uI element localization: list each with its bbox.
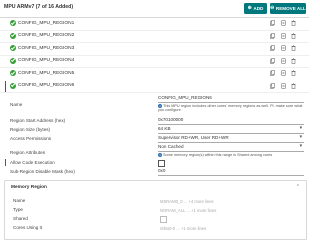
trash-icon[interactable] xyxy=(291,45,296,51)
region-label: CONFIG_MPU_REGION3 xyxy=(18,45,75,51)
copy-icon[interactable] xyxy=(270,20,275,26)
memory-cores-label: Cores Using It xyxy=(13,225,43,230)
module-title: MPU ARMv7 (7 of 16 Added) xyxy=(4,4,74,10)
subregion-mask-label: Sub-Region Disable Mask (hex) xyxy=(10,169,75,174)
trash-icon[interactable] xyxy=(291,83,296,89)
trash-icon[interactable] xyxy=(291,33,296,39)
memory-cores-value: r5fss0-0 ... +1 more lines xyxy=(160,225,207,231)
region-size-value: 64 KB xyxy=(158,126,171,131)
copy-icon[interactable] xyxy=(270,82,275,89)
memory-type-label: Type xyxy=(13,207,23,212)
list-item-selected[interactable]: CONFIG_MPU_REGION6 xyxy=(0,79,309,93)
add-button-label: ADD xyxy=(253,6,264,11)
list-item[interactable]: CONFIG_MPU_REGION3 xyxy=(0,42,309,56)
check-circle-icon xyxy=(10,32,16,39)
access-permissions-select[interactable]: Supervisor RD+WR, User RD+WR ▾ xyxy=(158,135,304,143)
remove-all-button[interactable]: ⊖ REMOVE ALL xyxy=(270,3,306,14)
check-circle-icon xyxy=(10,57,16,64)
list-item[interactable]: CONFIG_MPU_REGION2 xyxy=(0,30,309,43)
check-circle-icon xyxy=(10,20,16,26)
copy-icon[interactable] xyxy=(270,45,275,51)
memory-type-value: NORAM_ALL ... +1 more lines xyxy=(160,207,217,213)
remove-all-button-label: REMOVE ALL xyxy=(275,6,306,11)
trash-icon[interactable] xyxy=(291,70,296,76)
memory-region-panel: Memory Region ⌃ Name MSRAM0_0 ... +4 mor… xyxy=(4,180,307,240)
region-attributes-label: Region Attributes xyxy=(10,150,45,155)
memory-shared-checkbox[interactable] xyxy=(160,216,167,223)
region-label: CONFIG_MPU_REGION5 xyxy=(18,70,75,76)
attributes-info-text: Some memory region(s) within this range … xyxy=(163,152,273,157)
check-circle-icon xyxy=(10,45,16,51)
list-item[interactable]: CONFIG_MPU_REGION5 xyxy=(0,67,309,81)
region-label: CONFIG_MPU_REGION4 xyxy=(18,58,75,63)
copy-icon[interactable] xyxy=(270,57,275,64)
minus-circle-icon: ⊖ xyxy=(270,5,275,11)
allow-code-execution-label: Allow Code Execution xyxy=(10,160,55,165)
module-header: MPU ARMv7 (7 of 16 Added) ⊕ ADD ⊖ REMOVE… xyxy=(0,0,309,18)
memory-shared-label: Shared xyxy=(13,216,28,221)
trash-icon[interactable] xyxy=(291,58,296,64)
chevron-down-icon: ▾ xyxy=(299,135,302,140)
check-circle-icon xyxy=(10,70,16,76)
access-permissions-value: Supervisor RD+WR, User RD+WR xyxy=(158,135,229,140)
chevron-up-icon[interactable]: ⌃ xyxy=(296,184,300,190)
name-info-text: This MPU region includes other cores' me… xyxy=(158,103,303,112)
name-field[interactable]: CONFIG_MPU_REGION6 xyxy=(158,95,304,103)
duplicate-icon[interactable] xyxy=(281,83,286,89)
trash-icon[interactable] xyxy=(291,20,296,26)
name-label: Name xyxy=(10,102,23,107)
info-icon: i xyxy=(158,152,162,157)
region-label: CONFIG_MPU_REGION2 xyxy=(18,33,75,38)
duplicate-icon[interactable] xyxy=(281,20,286,26)
memory-region-title: Memory Region xyxy=(11,185,47,190)
list-item[interactable]: CONFIG_MPU_REGION4 xyxy=(0,55,309,68)
list-item[interactable]: CONFIG_MPU_REGION1 xyxy=(0,17,309,31)
allow-code-execution-checkbox[interactable] xyxy=(158,160,165,167)
memory-name-label: Name xyxy=(13,198,26,203)
subregion-mask-field[interactable]: 0x0 xyxy=(158,168,304,176)
duplicate-icon[interactable] xyxy=(281,70,286,76)
chevron-down-icon: ▾ xyxy=(299,126,302,131)
plus-circle-icon: ⊕ xyxy=(247,5,252,11)
add-button[interactable]: ⊕ ADD xyxy=(244,3,267,14)
attributes-info: i Some memory region(s) within this range… xyxy=(158,152,273,157)
region-size-label: Region Size (bytes) xyxy=(10,127,51,132)
duplicate-icon[interactable] xyxy=(281,33,286,39)
region-attributes-select[interactable]: Non Cached ▾ xyxy=(158,144,304,152)
chevron-down-icon: ▾ xyxy=(299,144,302,149)
selection-indicator xyxy=(5,159,7,166)
check-circle-icon xyxy=(10,82,16,89)
access-permissions-label: Access Permissions xyxy=(10,136,52,141)
start-address-label: Region Start Address (hex) xyxy=(10,118,66,123)
copy-icon[interactable] xyxy=(270,70,275,76)
start-address-field[interactable]: 0x70100000 xyxy=(158,117,304,125)
name-info: i This MPU region includes other cores' m… xyxy=(158,103,309,112)
copy-icon[interactable] xyxy=(270,32,275,39)
region-label: CONFIG_MPU_REGION1 xyxy=(18,20,75,26)
region-attributes-value: Non Cached xyxy=(158,144,184,149)
memory-name-value: MSRAM0_0 ... +4 more lines xyxy=(160,198,214,204)
region-label: CONFIG_MPU_REGION6 xyxy=(18,83,75,88)
region-size-select[interactable]: 64 KB ▾ xyxy=(158,126,304,134)
duplicate-icon[interactable] xyxy=(281,45,286,51)
duplicate-icon[interactable] xyxy=(281,58,286,64)
